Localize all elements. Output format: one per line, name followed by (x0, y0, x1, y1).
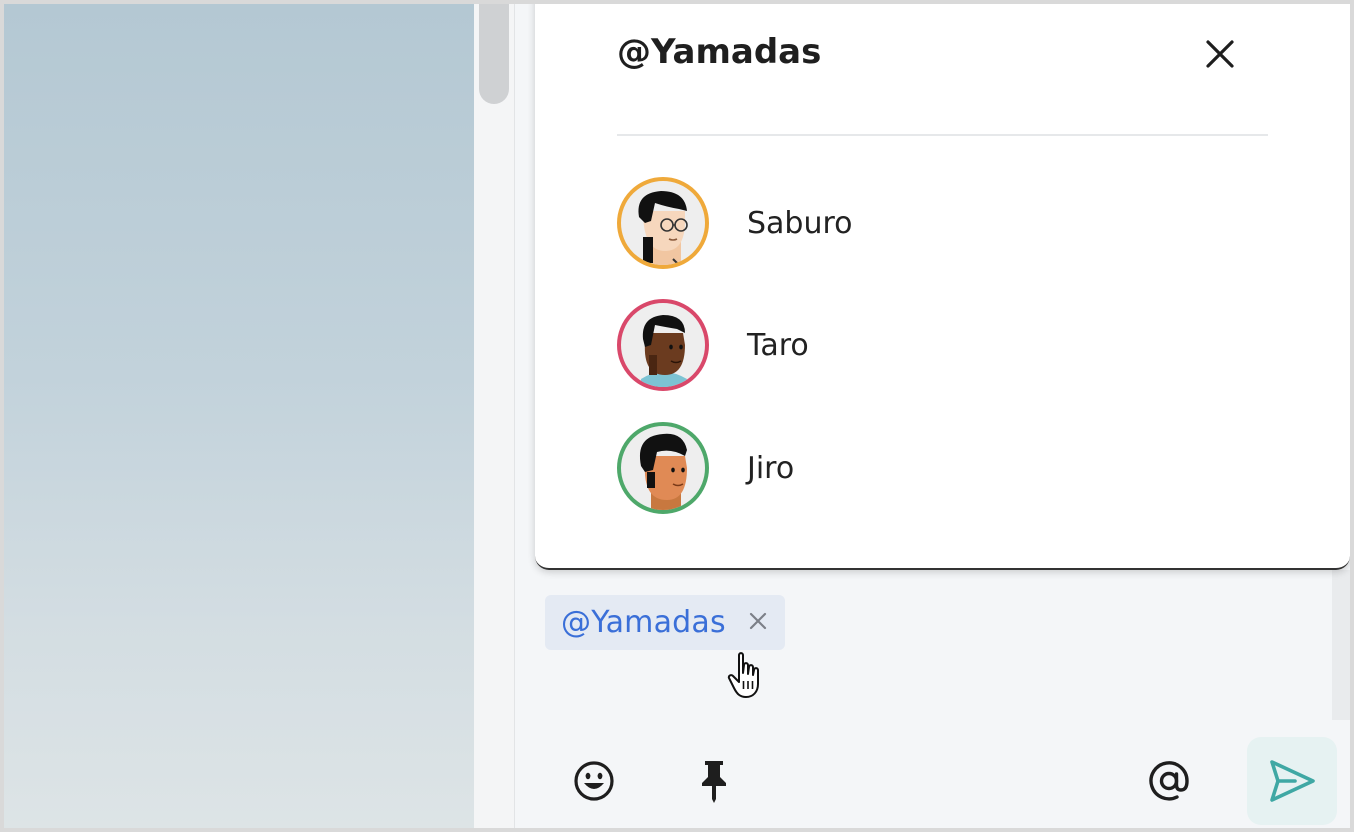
member-name: Jiro (747, 450, 795, 486)
composer-scrollbar[interactable] (1332, 570, 1350, 720)
send-button[interactable] (1247, 737, 1337, 825)
emoji-button[interactable] (568, 755, 620, 807)
close-popup-button[interactable] (1200, 34, 1240, 74)
message-composer: @Yamadas (515, 570, 1350, 828)
pin-button[interactable] (688, 755, 740, 807)
member-name: Taro (747, 327, 809, 363)
group-members-popup: @Yamadas Saburo Taro Jiro (535, 4, 1350, 570)
close-icon (1206, 40, 1234, 68)
mention-button[interactable] (1143, 755, 1195, 807)
popup-divider (617, 134, 1268, 136)
member-item-taro[interactable]: Taro (617, 297, 1268, 393)
avatar (617, 299, 709, 391)
mention-chip-label: @Yamadas (561, 605, 726, 640)
popup-title: @Yamadas (617, 32, 822, 72)
left-scrollbar-track[interactable] (474, 4, 515, 828)
avatar (617, 422, 709, 514)
background-image (4, 4, 474, 828)
at-icon (1149, 761, 1189, 801)
member-name: Saburo (747, 205, 853, 241)
pin-icon (702, 761, 726, 803)
member-item-saburo[interactable]: Saburo (617, 175, 1268, 271)
mention-chip[interactable]: @Yamadas (545, 595, 785, 698)
member-item-jiro[interactable]: Jiro (617, 420, 1268, 516)
remove-mention-icon[interactable] (743, 606, 773, 636)
send-icon (1270, 760, 1315, 802)
hand-pointer-icon (727, 652, 759, 698)
app-window: @Yamadas @Yamadas Saburo Taro Jiro (4, 4, 1350, 828)
avatar (617, 177, 709, 269)
left-scrollbar-thumb[interactable] (479, 4, 509, 104)
emoji-icon (574, 761, 614, 801)
